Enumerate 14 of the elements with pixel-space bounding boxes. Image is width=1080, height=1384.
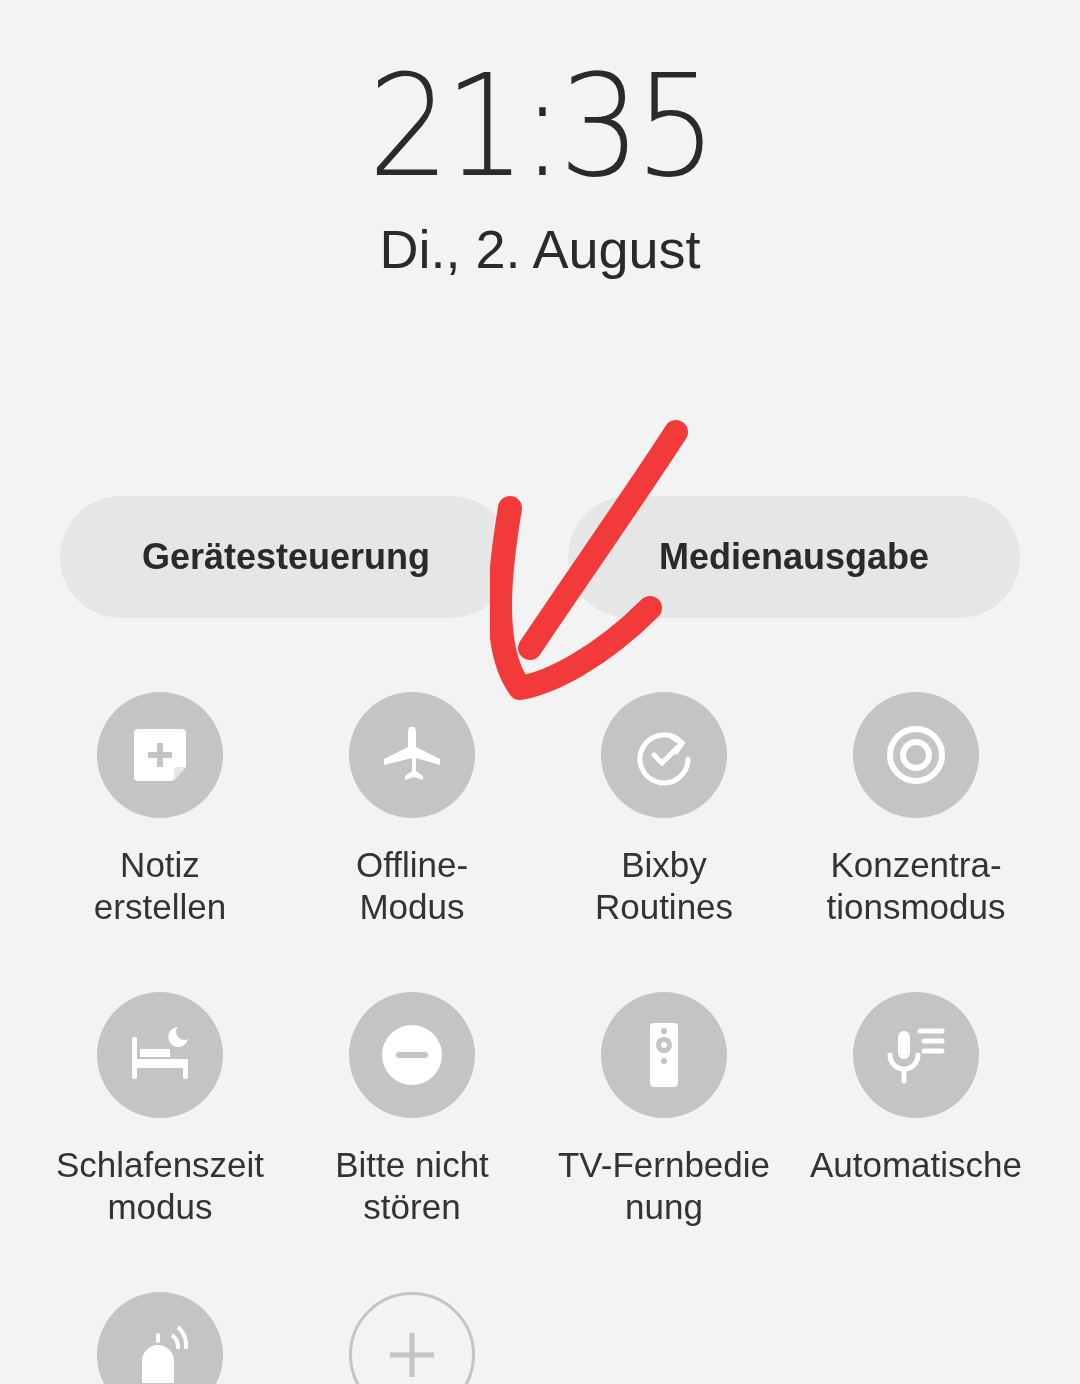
tile-label: Bixby Routines: [594, 844, 734, 928]
panel-button[interactable]: Medienausgabe: [568, 496, 1020, 618]
target-icon: [884, 723, 948, 787]
tile-label: Notiz erstellen: [93, 844, 227, 928]
date-text: Di., 2. August: [379, 218, 701, 281]
tile-label: Offline- Modus: [355, 844, 469, 928]
add-button[interactable]: [349, 1292, 475, 1384]
tile-label: Bitte nicht stören: [335, 1144, 489, 1228]
tile-label: Konzentra- tionsmodus: [826, 844, 1006, 928]
tile-label: Automatische: [809, 1144, 1023, 1186]
tile-label: TV-Fernbedie nung: [557, 1144, 771, 1228]
clock-time: 21:35: [368, 52, 712, 202]
minus-circle-icon: [380, 1023, 444, 1087]
tile-label: Schlafenszeit modus: [55, 1144, 265, 1228]
